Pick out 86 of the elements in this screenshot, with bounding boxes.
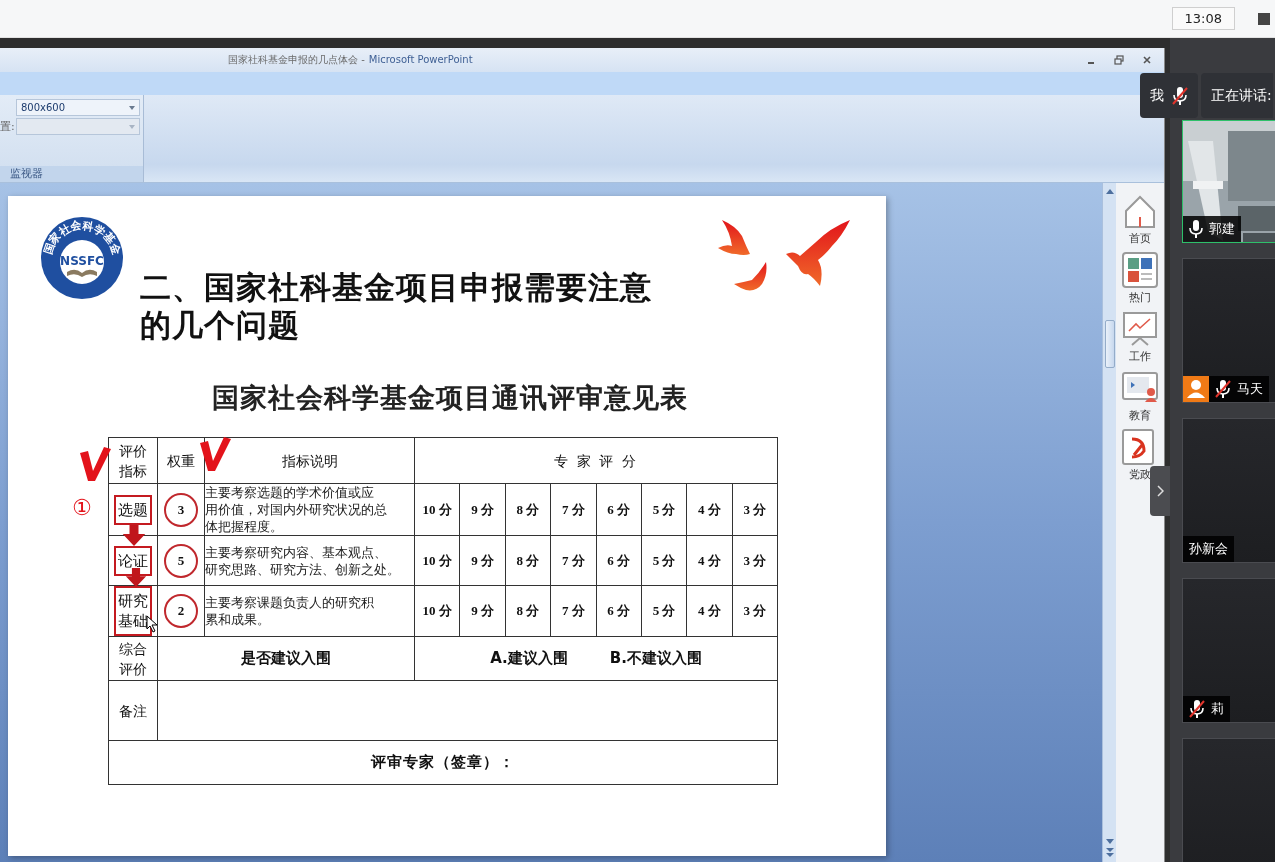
dropdown-arrow-icon [129,124,135,129]
check-icon [198,435,232,473]
option-text: B.不建议入围 [609,649,702,668]
participant-name: 莉 [1211,700,1224,718]
criterion-description: 主要考察课题负责人的研究积 累和成果。 [205,594,375,628]
video-tile[interactable]: 莉 [1182,578,1275,723]
self-chip[interactable]: 我 [1140,73,1198,118]
score-option: 7 分 [561,552,585,568]
video-tile[interactable] [1182,738,1275,862]
sidebar-item[interactable]: 首页 [1122,193,1158,246]
row-label: 综合 评价 [118,639,148,679]
cursor-icon [146,615,158,633]
window-icon [1258,10,1270,27]
speaking-indicator: 正在讲话: [1201,73,1273,118]
dropdown-arrow-icon [129,105,135,110]
score-option: 6 分 [607,552,631,568]
chart-icon [1122,311,1158,347]
score-option: 5 分 [652,603,676,618]
scroll-thumb[interactable] [1104,320,1115,368]
home-icon [1122,193,1158,229]
tiles-icon [1122,252,1158,288]
score-option: 5 分 [652,501,676,517]
field-label: 置: [0,119,16,134]
table-header: 权重 [167,452,195,469]
app-name: Microsoft PowerPoint [368,54,473,65]
video-tile[interactable]: 孙新会 [1182,418,1275,563]
scroll-down-icon [1105,839,1114,844]
score-option: 9 分 [471,552,494,568]
close-icon[interactable] [1142,55,1152,65]
score-option: 3 分 [743,501,767,517]
weight-value: 5 [164,543,198,578]
score-option: 6 分 [607,501,631,517]
score-option: 10 分 [422,501,452,517]
slide-heading: 二、国家社科基金项目申报需要注意 的几个问题 [140,268,652,344]
collapse-tab[interactable] [1150,466,1170,516]
indicator-label: 选题 [114,494,152,525]
sidebar-item[interactable]: 热门 [1122,252,1158,305]
dropdown-value: 800x600 [21,102,66,113]
table-header: 专 家 评 分 [554,452,638,469]
sidebar-item[interactable]: 教育 [1122,370,1158,423]
score-option: 6 分 [607,603,631,618]
video-tile[interactable]: 郭建 [1182,120,1275,243]
score-option: 4 分 [698,501,721,517]
score-option: 4 分 [698,552,721,568]
clock: 13:08 [1171,7,1235,30]
weight-value: 2 [164,594,198,628]
participant-name: 孙新会 [1189,540,1228,558]
check-icon [78,445,112,483]
question-text: 是否建议入围 [241,649,331,667]
option-text: A.建议入围 [490,649,568,668]
score-option: 8 分 [516,552,540,568]
participant-name: 马天 [1237,380,1263,398]
criterion-description: 主要考察选题的学术价值或应 用价值，对国内外研究状况的总 体把握程度。 [205,484,388,535]
resolution-dropdown[interactable]: 800x600 [16,99,140,116]
chevron-right-icon [1156,485,1164,497]
participant-name: 郭建 [1209,220,1235,238]
annotation-number: ① [72,495,92,521]
window-title: 国家社科基金申报的几点体会 - [228,54,365,65]
next-slide-icon [1105,848,1114,858]
scrollbar[interactable] [1102,183,1116,862]
restore-icon[interactable] [1114,55,1124,65]
group-label: 监视器 [0,166,143,182]
sidebar-item[interactable]: 党政 [1122,429,1158,482]
score-option: 3 分 [743,552,767,568]
table-header: 评价 指标 [118,441,148,481]
scroll-up-icon [1105,189,1114,194]
table-header: 指标说明 [281,452,338,469]
score-option: 9 分 [471,501,494,517]
criterion-description: 主要考察研究内容、基本观点、 研究思路、研究方法、创新之处。 [205,543,401,578]
score-option: 10 分 [422,552,452,568]
signature-label: 评审专家（签章）： [371,753,515,771]
score-option: 3 分 [743,603,767,618]
logo: 国家社会科学基金 NSSFC [40,216,124,300]
score-option: 10 分 [422,603,452,618]
weight-value: 3 [164,492,198,527]
row-label: 备注 [119,702,147,719]
score-option: 4 分 [698,603,721,618]
score-option: 7 分 [561,501,585,517]
video-tile[interactable]: 马天 [1182,258,1275,403]
sidebar-item[interactable]: 工作 [1122,311,1158,364]
score-option: 8 分 [516,501,540,517]
score-option: 5 分 [652,552,676,568]
form-title: 国家社会科学基金项目通讯评审意见表 [211,381,689,415]
score-option: 7 分 [561,603,585,618]
score-option: 9 分 [471,603,494,618]
score-option: 8 分 [516,603,540,618]
